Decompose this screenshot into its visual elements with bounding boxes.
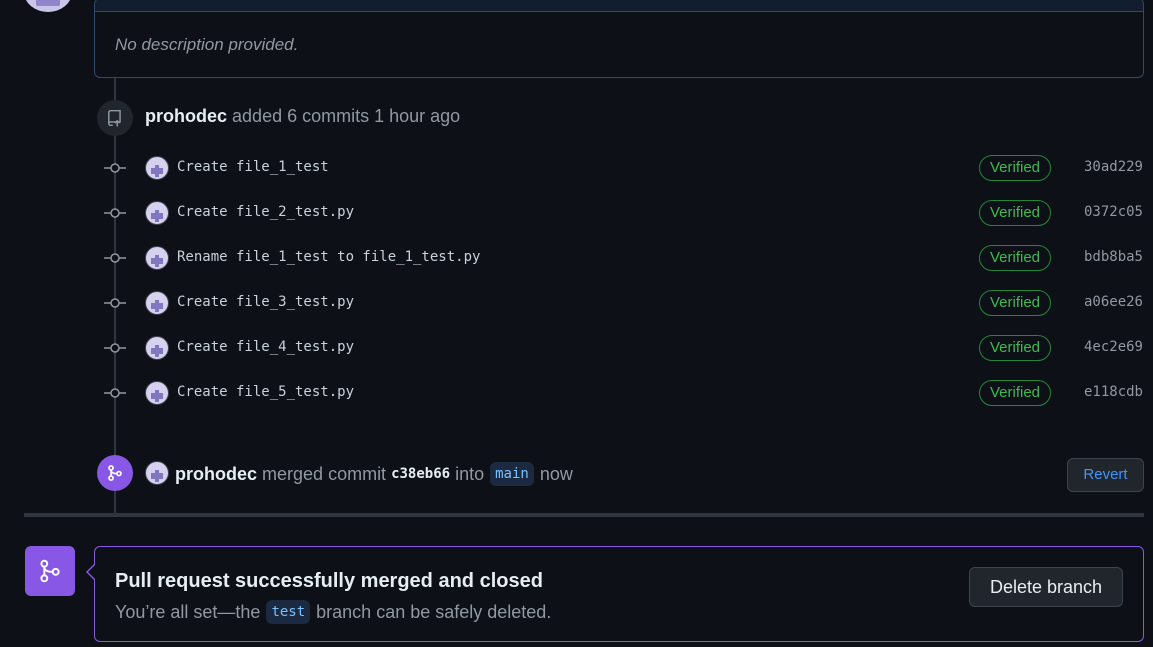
commit-row: Create file_3_test.py Verified a06ee26	[0, 283, 1153, 323]
author-avatar[interactable]	[24, 0, 72, 12]
push-event-action: added 6 commits 1 hour ago	[232, 106, 461, 126]
commit-sha[interactable]: 30ad229	[1084, 159, 1143, 175]
commit-message[interactable]: Create file_2_test.py	[177, 204, 354, 220]
commit-message[interactable]: Create file_3_test.py	[177, 294, 354, 310]
source-branch-chip[interactable]: test	[266, 600, 311, 624]
verified-badge[interactable]: Verified	[979, 290, 1051, 316]
verified-badge[interactable]: Verified	[979, 155, 1051, 181]
merge-author-avatar[interactable]	[145, 461, 169, 485]
git-commit-icon	[104, 388, 126, 398]
repo-push-icon	[97, 100, 133, 136]
commit-author-avatar[interactable]	[145, 381, 169, 405]
merge-event-action: merged commit	[262, 463, 387, 484]
git-commit-icon	[104, 253, 126, 263]
commit-row: Create file_4_test.py Verified 4ec2e69	[0, 328, 1153, 368]
merged-box-caret-inner	[88, 565, 95, 579]
pr-description-text: No description provided.	[115, 35, 299, 54]
commit-message[interactable]: Rename file_1_test to file_1_test.py	[177, 249, 480, 265]
commit-message[interactable]: Create file_1_test	[177, 159, 329, 175]
git-commit-icon	[104, 343, 126, 353]
git-commit-icon	[104, 163, 126, 173]
git-merge-icon	[25, 546, 75, 596]
target-branch-chip[interactable]: main	[490, 462, 534, 486]
commit-sha[interactable]: bdb8ba5	[1084, 249, 1143, 265]
merged-status-box: Pull request successfully merged and clo…	[94, 546, 1144, 642]
merge-event-time: now	[539, 463, 573, 484]
commit-sha[interactable]: a06ee26	[1084, 294, 1143, 310]
merged-status-subtitle: You’re all set—the test branch can be sa…	[115, 600, 551, 624]
commit-row: Rename file_1_test to file_1_test.py Ver…	[0, 238, 1153, 278]
push-event-author[interactable]: prohodec	[145, 106, 227, 126]
commit-message[interactable]: Create file_4_test.py	[177, 339, 354, 355]
commit-sha[interactable]: 4ec2e69	[1084, 339, 1143, 355]
commit-author-avatar[interactable]	[145, 246, 169, 270]
commit-author-avatar[interactable]	[145, 201, 169, 225]
commit-author-avatar[interactable]	[145, 336, 169, 360]
commit-row: Create file_1_test Verified 30ad229	[0, 148, 1153, 188]
commit-author-avatar[interactable]	[145, 291, 169, 315]
delete-branch-button[interactable]: Delete branch	[969, 567, 1123, 607]
commit-sha[interactable]: e118cdb	[1084, 384, 1143, 400]
merged-status-prefix: You’re all set—the	[115, 601, 261, 622]
push-event-text: prohodec added 6 commits 1 hour ago	[145, 106, 460, 127]
commit-message[interactable]: Create file_5_test.py	[177, 384, 354, 400]
git-commit-icon	[104, 298, 126, 308]
git-merge-icon	[97, 455, 133, 491]
verified-badge[interactable]: Verified	[979, 335, 1051, 361]
verified-badge[interactable]: Verified	[979, 245, 1051, 271]
merged-status-suffix: branch can be safely deleted.	[316, 601, 552, 622]
merged-status-title: Pull request successfully merged and clo…	[115, 570, 543, 592]
pr-description-box: No description provided.	[94, 0, 1144, 78]
pr-description-header	[95, 0, 1143, 12]
merge-event-text: prohodec merged commit c38eb66 into main…	[175, 462, 573, 486]
commit-author-avatar[interactable]	[145, 156, 169, 180]
timeline-divider	[24, 513, 1144, 517]
revert-button[interactable]: Revert	[1067, 458, 1144, 492]
commit-sha[interactable]: 0372c05	[1084, 204, 1143, 220]
verified-badge[interactable]: Verified	[979, 380, 1051, 406]
commit-row: Create file_2_test.py Verified 0372c05	[0, 193, 1153, 233]
merge-event-author[interactable]: prohodec	[175, 464, 257, 485]
verified-badge[interactable]: Verified	[979, 200, 1051, 226]
merge-commit-sha[interactable]: c38eb66	[391, 466, 450, 482]
merge-event-into: into	[455, 463, 485, 484]
commit-row: Create file_5_test.py Verified e118cdb	[0, 373, 1153, 413]
git-commit-icon	[104, 208, 126, 218]
